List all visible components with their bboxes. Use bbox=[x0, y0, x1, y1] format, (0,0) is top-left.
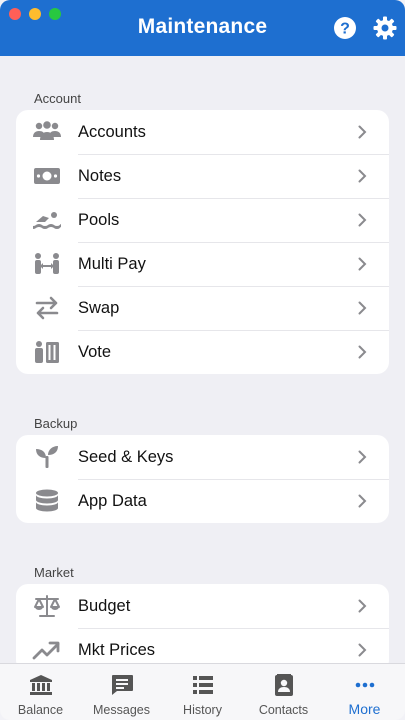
account-group: Accounts Notes Pools Multi Pay Swap Vote bbox=[16, 110, 389, 374]
tab-label: Messages bbox=[93, 703, 150, 717]
row-multi-pay[interactable]: Multi Pay bbox=[16, 242, 389, 286]
chevron-right-icon bbox=[358, 643, 367, 657]
tab-more[interactable]: More bbox=[324, 664, 405, 720]
row-label: Accounts bbox=[78, 122, 146, 141]
chevron-right-icon bbox=[358, 213, 367, 227]
section-label-backup: Backup bbox=[34, 416, 78, 431]
tab-contacts[interactable]: Contacts bbox=[243, 664, 324, 720]
multi-pay-icon bbox=[35, 253, 59, 274]
row-label: App Data bbox=[78, 491, 147, 510]
header-bar: Maintenance ? bbox=[0, 0, 405, 56]
row-label: Multi Pay bbox=[78, 254, 146, 273]
contact-card-icon bbox=[274, 674, 293, 696]
backup-group: Seed & Keys App Data bbox=[16, 435, 389, 523]
tab-label: Balance bbox=[17, 703, 64, 717]
settings-list[interactable]: Account Accounts Notes Pools Multi Pay S… bbox=[0, 56, 405, 664]
row-notes[interactable]: Notes bbox=[16, 154, 389, 198]
list-icon bbox=[192, 676, 213, 694]
more-dots-icon bbox=[355, 682, 374, 688]
market-group: Budget Mkt Prices bbox=[16, 584, 389, 664]
gear-icon[interactable] bbox=[373, 16, 397, 40]
chevron-right-icon bbox=[358, 301, 367, 315]
row-pools[interactable]: Pools bbox=[16, 198, 389, 242]
chevron-right-icon bbox=[358, 125, 367, 139]
tab-balance[interactable]: Balance bbox=[0, 664, 81, 720]
bank-icon bbox=[29, 675, 52, 695]
row-budget[interactable]: Budget bbox=[16, 584, 389, 628]
trending-up-icon bbox=[32, 641, 60, 660]
message-icon bbox=[111, 675, 133, 695]
tab-label: Contacts bbox=[258, 703, 309, 717]
chevron-right-icon bbox=[358, 257, 367, 271]
chevron-right-icon bbox=[358, 450, 367, 464]
tab-history[interactable]: History bbox=[162, 664, 243, 720]
row-swap[interactable]: Swap bbox=[16, 286, 389, 330]
chevron-right-icon bbox=[358, 345, 367, 359]
tab-label: More bbox=[348, 701, 381, 717]
row-label: Vote bbox=[78, 342, 112, 361]
vote-icon bbox=[35, 341, 59, 363]
section-label-market: Market bbox=[34, 565, 74, 580]
tab-bar: Balance Messages History Contacts More bbox=[0, 663, 405, 720]
swimmer-icon bbox=[33, 212, 61, 229]
row-label: Budget bbox=[78, 596, 131, 615]
swap-arrows-icon bbox=[35, 296, 59, 320]
svg-text:?: ? bbox=[340, 21, 350, 38]
app-window: Maintenance ? Account Accounts Notes Poo… bbox=[0, 0, 405, 720]
row-seed-keys[interactable]: Seed & Keys bbox=[16, 435, 389, 479]
scale-icon bbox=[34, 595, 60, 617]
section-label-account: Account bbox=[34, 91, 81, 106]
row-app-data[interactable]: App Data bbox=[16, 479, 389, 523]
row-label: Mkt Prices bbox=[78, 640, 156, 659]
row-mkt-prices[interactable]: Mkt Prices bbox=[16, 628, 389, 664]
tab-messages[interactable]: Messages bbox=[81, 664, 162, 720]
help-icon[interactable]: ? bbox=[333, 16, 357, 40]
chevron-right-icon bbox=[358, 169, 367, 183]
row-label: Pools bbox=[78, 210, 120, 229]
seedling-icon bbox=[36, 446, 58, 468]
row-label: Swap bbox=[78, 298, 120, 317]
row-accounts[interactable]: Accounts bbox=[16, 110, 389, 154]
banknote-icon bbox=[34, 168, 60, 184]
chevron-right-icon bbox=[358, 599, 367, 613]
row-vote[interactable]: Vote bbox=[16, 330, 389, 374]
tab-label: History bbox=[183, 703, 222, 717]
database-icon bbox=[36, 489, 58, 512]
users-icon bbox=[33, 121, 61, 140]
row-label: Seed & Keys bbox=[78, 447, 174, 466]
chevron-right-icon bbox=[358, 494, 367, 508]
row-label: Notes bbox=[78, 166, 122, 185]
